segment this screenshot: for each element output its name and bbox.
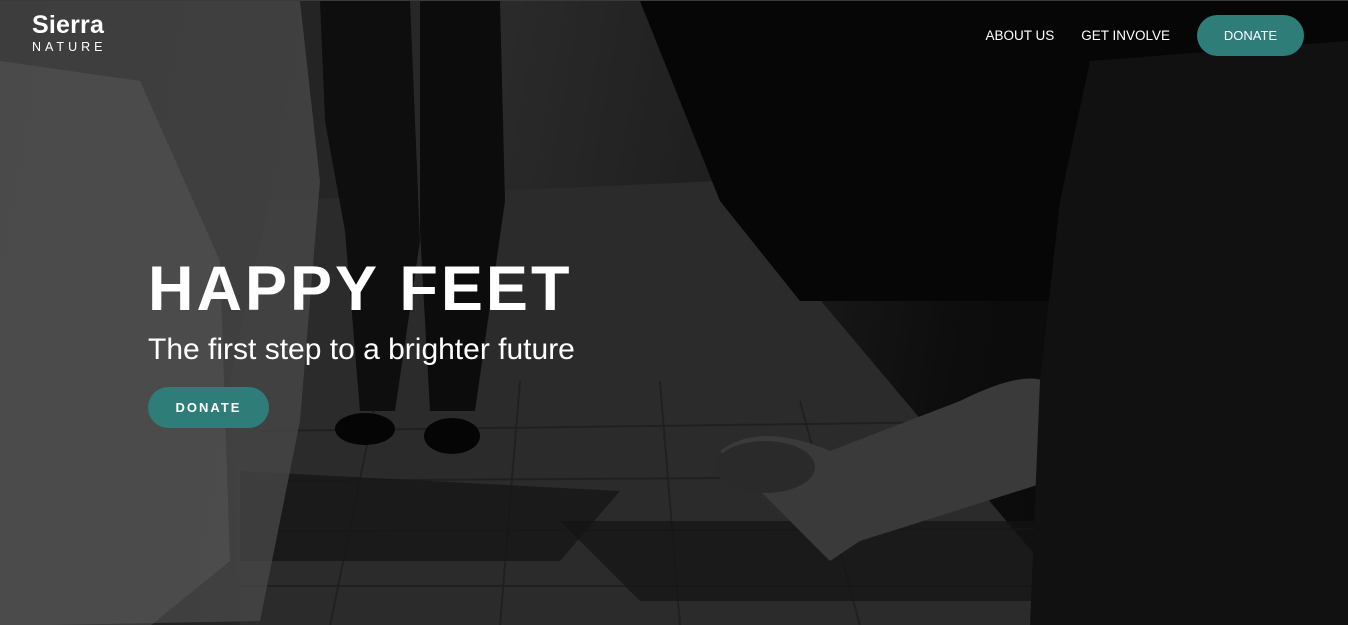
nav-link-get-involve[interactable]: GET INVOLVE [1081,28,1170,43]
nav-links: ABOUT US GET INVOLVE DONATE [985,15,1304,56]
brand-logo[interactable]: Sierra NATURE [32,13,106,54]
hero-subheadline: The first step to a brighter future [148,333,575,367]
hero-donate-button[interactable]: DONATE [148,387,269,429]
hero-headline: HAPPY FEET [148,254,573,324]
nav-link-about-us[interactable]: ABOUT US [985,28,1054,43]
hero-section: Sierra NATURE ABOUT US GET INVOLVE DONAT… [0,0,1348,625]
hero-content: HAPPY FEET The first step to a brighter … [148,254,575,429]
brand-name: Sierra [32,11,105,39]
top-navigation: Sierra NATURE ABOUT US GET INVOLVE DONAT… [0,1,1348,71]
nav-donate-button[interactable]: DONATE [1197,15,1304,56]
brand-tagline: NATURE [32,40,107,54]
